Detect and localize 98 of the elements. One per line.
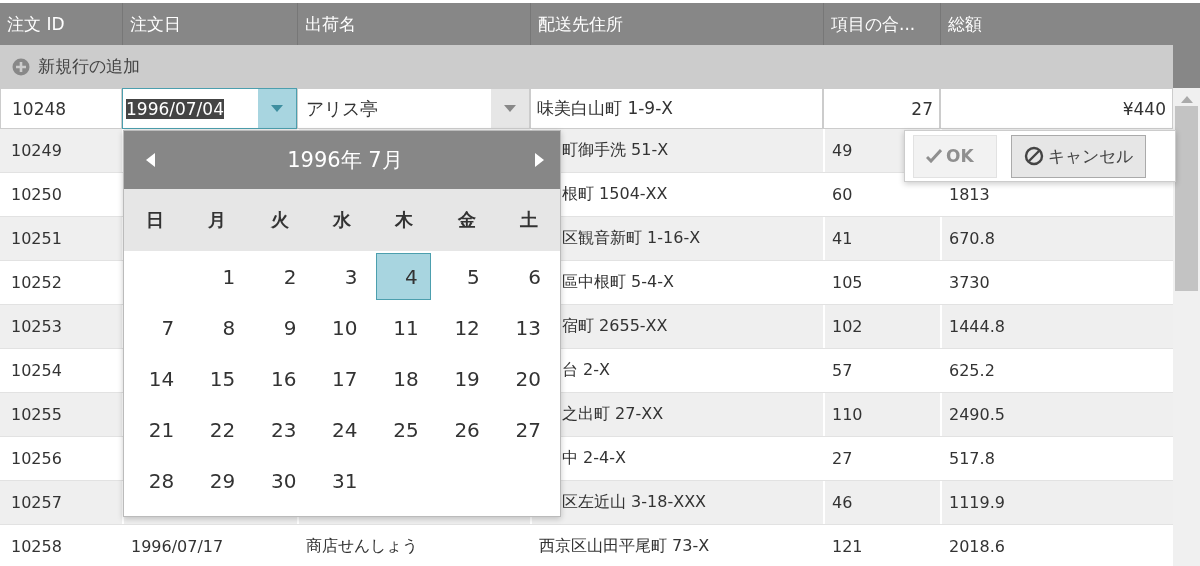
table-cell: 10248 <box>12 98 67 119</box>
table-cell: 49 <box>832 141 853 160</box>
calendar-day[interactable]: 31 <box>314 457 370 504</box>
table-cell: 中 2-4-X <box>562 448 626 469</box>
table-cell: 57 <box>832 361 853 380</box>
table-cell: 宿町 2655-XX <box>562 316 668 337</box>
table-cell: 1813 <box>949 185 990 204</box>
calendar-day[interactable]: 14 <box>131 355 187 402</box>
table-cell: 46 <box>832 493 853 512</box>
calendar-day[interactable]: 2 <box>253 253 309 300</box>
calendar-day[interactable]: 9 <box>253 304 309 351</box>
table-cell: 121 <box>832 537 863 556</box>
calendar-day[interactable]: 27 <box>497 406 553 453</box>
input-field[interactable]: 27 <box>823 88 940 129</box>
table-cell: 区左近山 3-18-XXX <box>562 492 707 513</box>
scrollbar[interactable] <box>1173 3 1200 566</box>
column-header[interactable]: 注文 ID <box>0 3 122 45</box>
prohibited-icon <box>1024 146 1044 166</box>
previous-month-icon[interactable] <box>146 153 156 167</box>
table-cell: 41 <box>832 229 853 248</box>
table-cell: 60 <box>832 185 853 204</box>
calendar-day[interactable]: 13 <box>497 304 553 351</box>
table-cell: 110 <box>832 405 863 424</box>
calendar-day[interactable]: 28 <box>131 457 187 504</box>
table-cell: 之出町 27-XX <box>562 404 664 425</box>
table-cell: 商店せんしょう <box>306 536 418 557</box>
calendar-day[interactable]: 15 <box>192 355 248 402</box>
calendar-title: 1996年 7月 <box>287 147 403 174</box>
table-cell: 10250 <box>11 185 62 204</box>
table-cell: 1996/07/17 <box>131 537 224 556</box>
calendar-day[interactable]: 29 <box>192 457 248 504</box>
table-cell: 10252 <box>11 273 62 292</box>
calendar-day[interactable]: 23 <box>253 406 309 453</box>
calendar-day[interactable]: 8 <box>192 304 248 351</box>
check-icon <box>926 149 942 163</box>
calendar-day[interactable]: 22 <box>192 406 248 453</box>
table-cell: 10254 <box>11 361 62 380</box>
table-cell: 町御手洗 51-X <box>562 140 669 161</box>
cancel-button[interactable]: キャンセル <box>1011 134 1146 178</box>
table-cell: 517.8 <box>949 449 995 468</box>
calendar-day[interactable]: 4 <box>375 253 431 300</box>
weekday-label: 土 <box>519 208 538 232</box>
table-cell: 27 <box>832 449 853 468</box>
calendar-day[interactable]: 19 <box>436 355 492 402</box>
calendar-day[interactable]: 12 <box>436 304 492 351</box>
calendar-day[interactable]: 17 <box>314 355 370 402</box>
caret-icon <box>504 105 516 112</box>
calendar-day[interactable]: 18 <box>375 355 431 402</box>
calendar-day[interactable]: 6 <box>497 253 553 300</box>
calendar-day[interactable]: 10 <box>314 304 370 351</box>
table-cell: 670.8 <box>949 229 995 248</box>
calendar-day[interactable]: 24 <box>314 406 370 453</box>
dropdown-button[interactable] <box>491 89 529 128</box>
weekday-label: 金 <box>457 208 476 232</box>
input-field[interactable]: ¥440 <box>940 88 1173 129</box>
table-cell: 1444.8 <box>949 317 1005 336</box>
table-cell: 2018.6 <box>949 537 1005 556</box>
table-cell: 10255 <box>11 405 62 424</box>
weekday-label: 日 <box>146 208 165 232</box>
table-cell: 3730 <box>949 273 990 292</box>
table-cell: 10257 <box>11 493 62 512</box>
table-cell: 105 <box>832 273 863 292</box>
table-cell: 根町 1504-XX <box>562 184 668 205</box>
calendar-day[interactable]: 7 <box>131 304 187 351</box>
table-cell: 2490.5 <box>949 405 1005 424</box>
dropdown-button[interactable] <box>258 89 296 128</box>
calendar-day[interactable]: 3 <box>314 253 370 300</box>
weekday-label: 月 <box>208 208 227 232</box>
plus-icon <box>12 57 30 76</box>
weekday-label: 火 <box>270 208 289 232</box>
next-month-icon[interactable] <box>534 153 544 167</box>
calendar-day[interactable]: 20 <box>497 355 553 402</box>
calendar-day[interactable]: 5 <box>436 253 492 300</box>
input-field[interactable]: 味美白山町 1-9-X <box>530 88 823 129</box>
table-cell: 區中根町 5-4-X <box>562 272 674 293</box>
table-cell: 台 2-X <box>562 360 610 381</box>
calendar-day[interactable]: 30 <box>253 457 309 504</box>
table-cell: 10249 <box>11 141 62 160</box>
weekday-label: 水 <box>333 208 351 232</box>
calendar-day[interactable]: 25 <box>375 406 431 453</box>
table-cell: 西京区山田平尾町 73-X <box>539 536 710 557</box>
add-row-button[interactable]: 新規行の追加 <box>0 45 1173 88</box>
table-cell: 10253 <box>11 317 62 336</box>
table-cell: 1119.9 <box>949 493 1005 512</box>
calendar-day[interactable]: 16 <box>253 355 309 402</box>
calendar-day[interactable]: 26 <box>436 406 492 453</box>
calendar-day[interactable]: 11 <box>375 304 431 351</box>
caret-icon <box>271 105 283 112</box>
calendar-day[interactable]: 1 <box>192 253 248 300</box>
calendar-day[interactable]: 21 <box>131 406 187 453</box>
weekday-label: 木 <box>395 208 414 232</box>
scroll-up-icon[interactable] <box>1180 95 1193 103</box>
table-cell: 625.2 <box>949 361 995 380</box>
table-cell: 10251 <box>11 229 62 248</box>
table-cell: 102 <box>832 317 863 336</box>
table-cell: 10258 <box>11 537 62 556</box>
table-cell: 10256 <box>11 449 62 468</box>
table-cell: 区観音新町 1-16-X <box>562 228 701 249</box>
